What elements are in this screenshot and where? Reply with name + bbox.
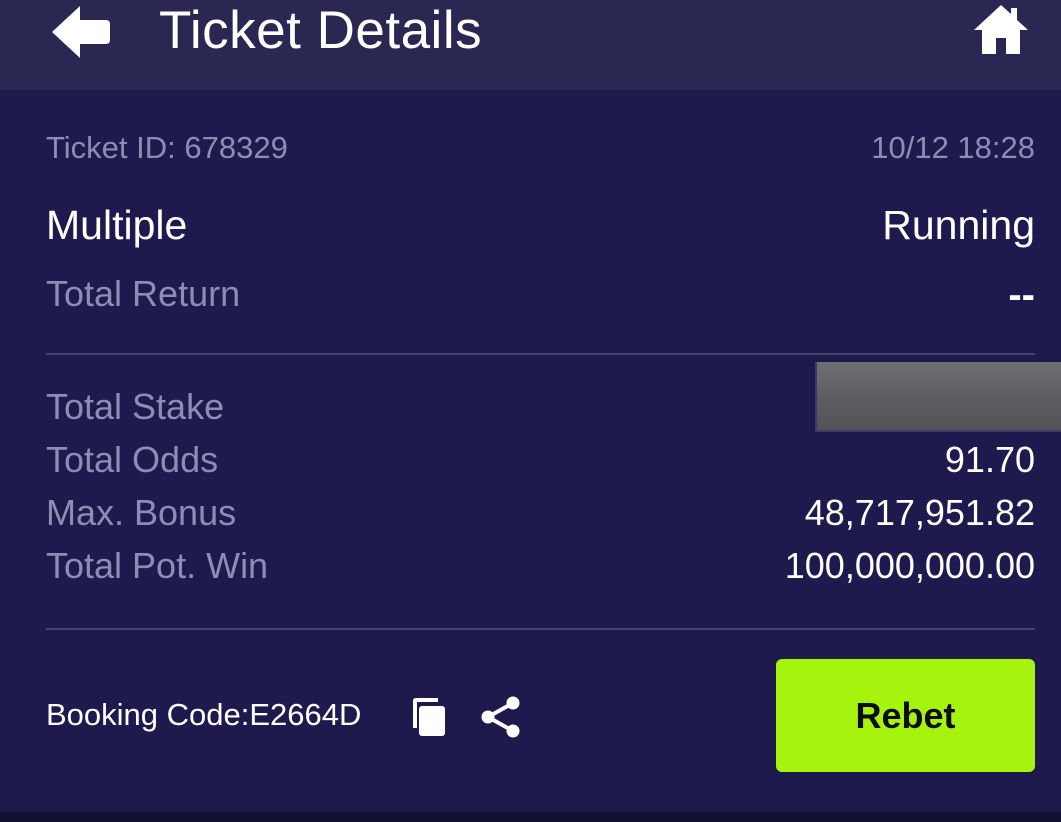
copy-button[interactable] xyxy=(410,696,448,738)
ticket-meta-row: Ticket ID: 678329 10/12 18:28 xyxy=(46,130,1035,168)
arrow-left-icon xyxy=(52,6,110,58)
divider xyxy=(46,353,1035,355)
total-stake-redacted xyxy=(815,362,1061,432)
page-title: Ticket Details xyxy=(159,1,483,60)
ticket-id: Ticket ID: 678329 xyxy=(46,130,288,165)
total-odds-label: Total Odds xyxy=(46,439,219,480)
total-stake-label: Total Stake xyxy=(46,386,225,427)
booking-code: Booking Code:E2664D xyxy=(46,697,362,732)
rebet-button[interactable]: Rebet xyxy=(776,659,1035,772)
total-return-label: Total Return xyxy=(46,273,241,314)
bet-type-row: Multiple Running xyxy=(46,202,1035,250)
total-pot-win-label: Total Pot. Win xyxy=(46,545,269,586)
ticket-status: Running xyxy=(882,202,1035,248)
total-odds-row: Total Odds 91.70 xyxy=(46,439,1035,483)
total-pot-win-row: Total Pot. Win 100,000,000.00 xyxy=(46,545,1035,589)
max-bonus-label: Max. Bonus xyxy=(46,492,237,533)
copy-icon xyxy=(413,698,445,736)
bet-type: Multiple xyxy=(46,202,188,248)
header-bar: Ticket Details xyxy=(0,0,1061,90)
divider xyxy=(46,628,1035,630)
share-icon xyxy=(481,696,520,738)
max-bonus-row: Max. Bonus 48,717,951.82 xyxy=(46,492,1035,536)
total-return-row: Total Return -- xyxy=(46,273,1035,317)
home-icon xyxy=(974,5,1028,54)
ticket-details-screen: Ticket Details Ticket ID: 678329 10/12 1… xyxy=(0,0,1061,822)
ticket-datetime: 10/12 18:28 xyxy=(871,130,1035,165)
share-button[interactable] xyxy=(478,694,524,740)
back-button[interactable] xyxy=(50,4,112,60)
total-odds-value: 91.70 xyxy=(944,439,1035,480)
max-bonus-value: 48,717,951.82 xyxy=(804,492,1035,533)
total-pot-win-value: 100,000,000.00 xyxy=(784,545,1035,586)
total-return-value: -- xyxy=(1008,273,1035,317)
bottom-edge xyxy=(0,812,1061,822)
home-button[interactable] xyxy=(972,2,1030,58)
